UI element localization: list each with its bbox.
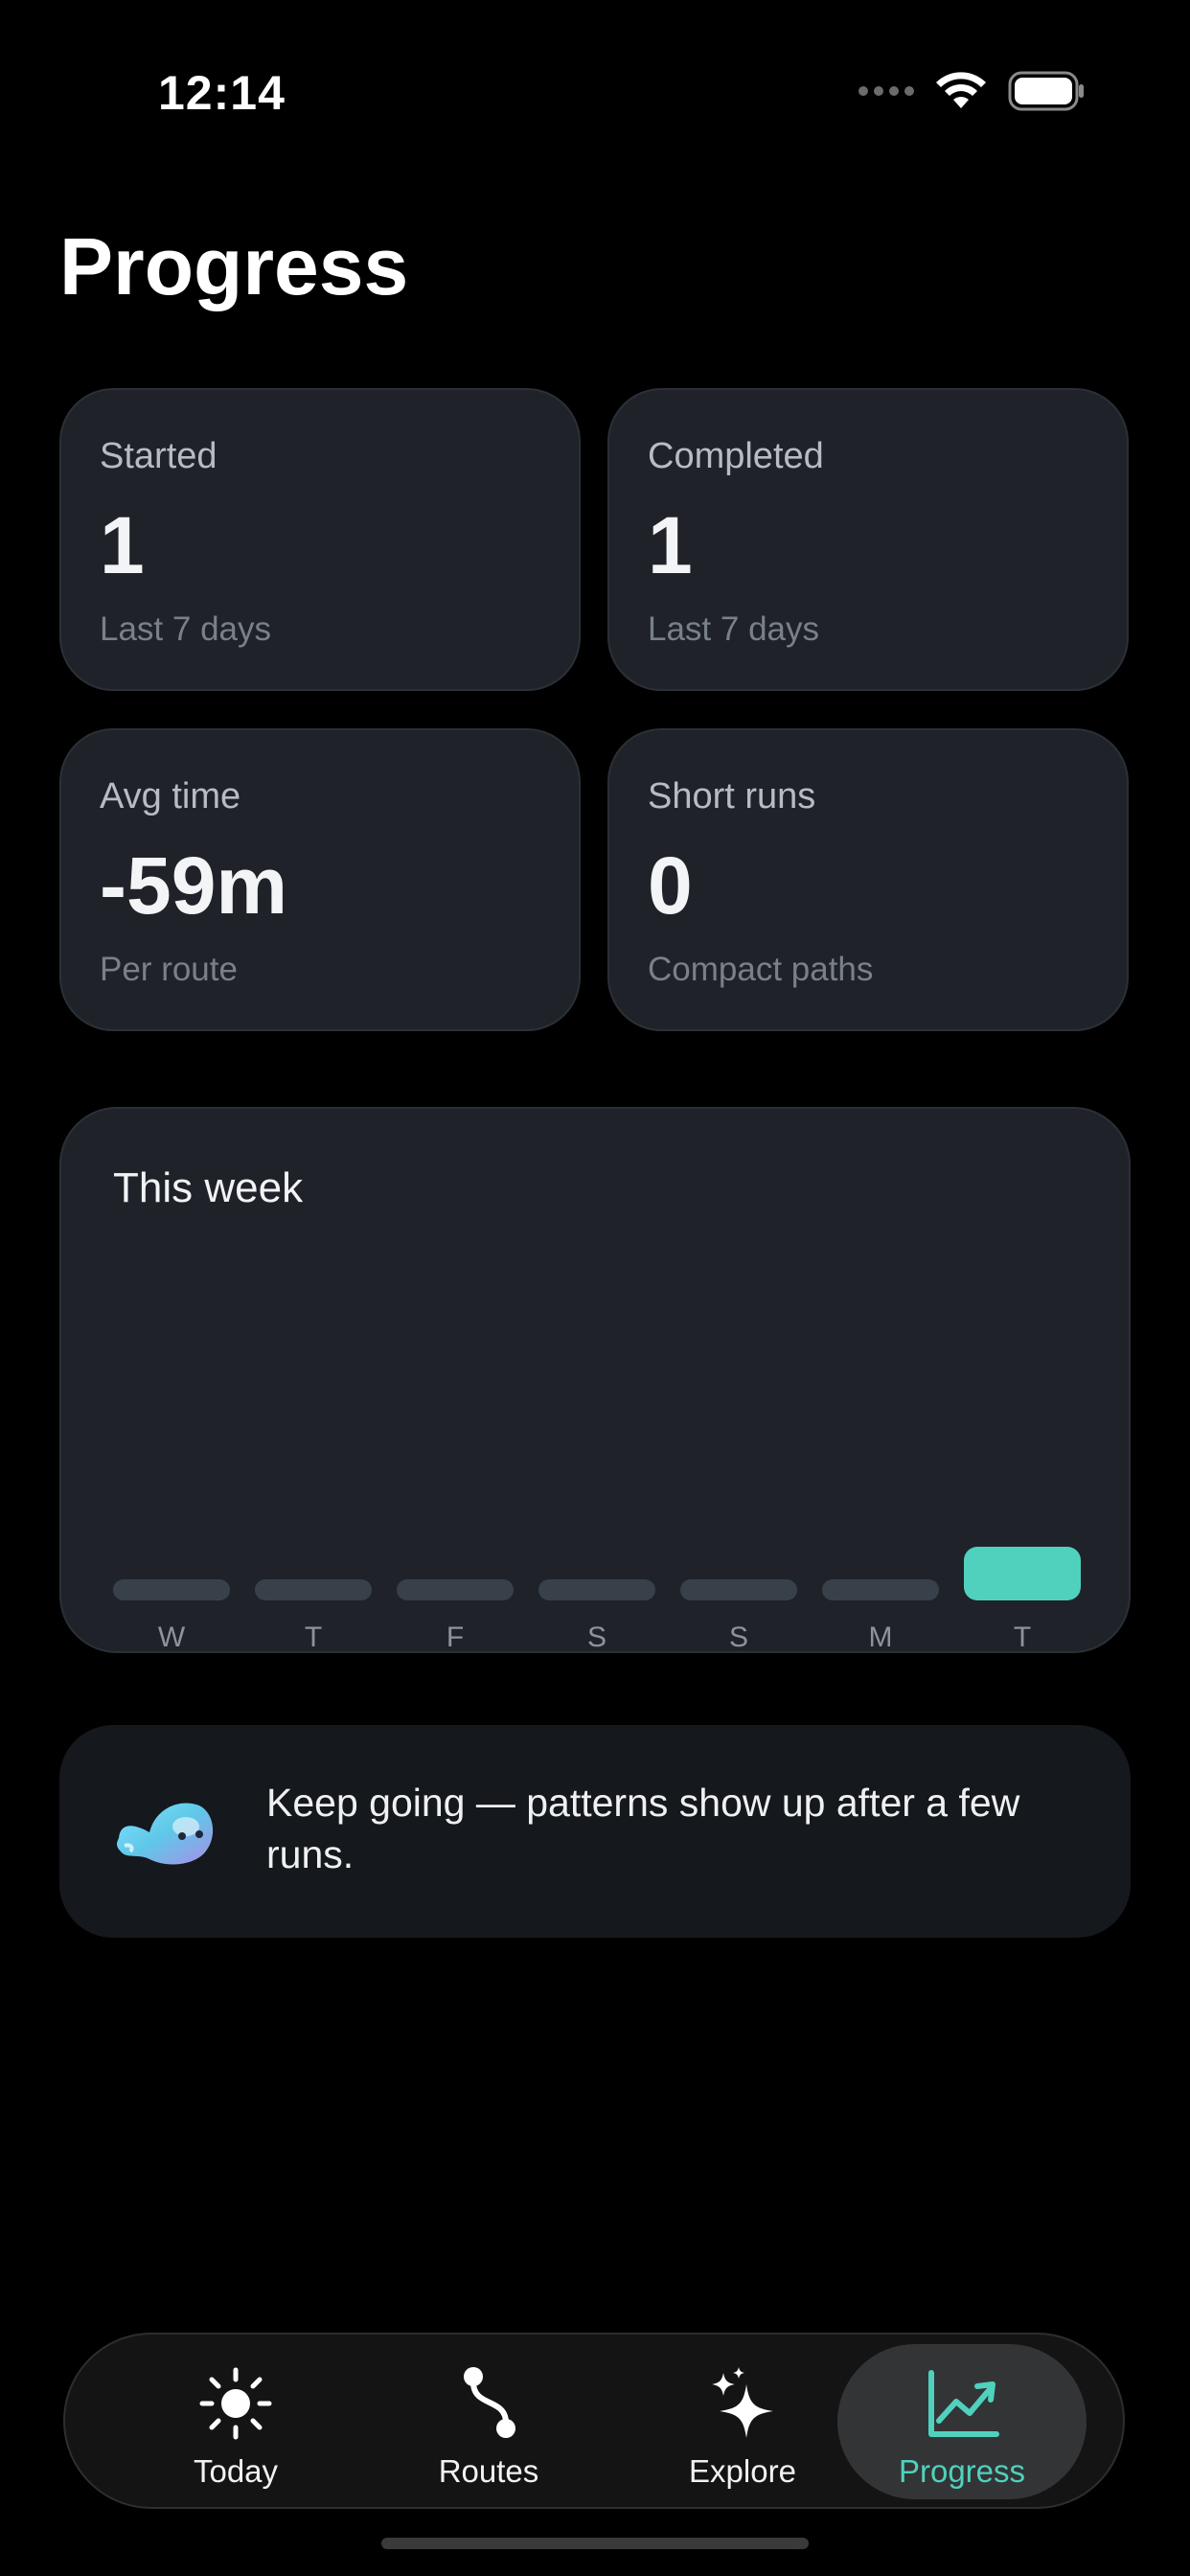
weekly-bar-chart: WTFSSMT: [113, 1487, 1081, 1653]
day-label: T: [304, 1622, 323, 1653]
day-bar: [680, 1579, 797, 1600]
day-bar: [822, 1579, 939, 1600]
sparkles-icon: [712, 2367, 773, 2438]
tab-explore[interactable]: Explore: [618, 2344, 867, 2499]
stat-card-started[interactable]: Started 1 Last 7 days: [59, 388, 581, 691]
stat-value: 0: [648, 840, 693, 931]
day-bar: [397, 1579, 514, 1600]
route-icon: [464, 2367, 515, 2438]
stat-card-completed[interactable]: Completed 1 Last 7 days: [607, 388, 1129, 691]
stat-subtitle: Last 7 days: [100, 610, 271, 648]
weekly-activity-card: This week W T F S S M T: [59, 1107, 1131, 1653]
day-bar: [255, 1579, 372, 1600]
stat-label: Short runs: [648, 776, 816, 816]
stat-card-short-runs[interactable]: Short runs 0 Compact paths: [607, 728, 1129, 1031]
day-bar: [538, 1579, 655, 1600]
bottom-tab-bar: Today Routes Explore Progress: [63, 2333, 1125, 2509]
stat-label: Completed: [648, 436, 824, 476]
home-indicator: [381, 2538, 809, 2549]
stat-label: Avg time: [100, 776, 241, 816]
status-time: 12:14: [158, 66, 286, 120]
battery-icon: [1008, 71, 1084, 111]
day-label: W: [157, 1622, 186, 1653]
tab-today[interactable]: Today: [111, 2344, 360, 2499]
tab-label: Explore: [689, 2453, 796, 2489]
week-title: This week: [113, 1164, 304, 1211]
day-label: F: [446, 1622, 465, 1653]
stat-value: 1: [648, 500, 693, 590]
day-label: M: [868, 1622, 893, 1653]
tab-routes[interactable]: Routes: [364, 2344, 613, 2499]
tab-label: Progress: [898, 2453, 1026, 2489]
mascot-icon: [117, 1803, 214, 1865]
tip-text: Keep going — patterns show up after a fe…: [266, 1781, 1020, 1876]
stat-subtitle: Last 7 days: [648, 610, 819, 648]
wifi-icon: [936, 72, 986, 108]
day-label: T: [1013, 1622, 1032, 1653]
stat-card-avg-time[interactable]: Avg time -59m Per route: [59, 728, 581, 1031]
tab-progress[interactable]: Progress: [837, 2344, 1087, 2499]
cellular-signal-icon: [858, 86, 914, 96]
stat-subtitle: Compact paths: [648, 951, 874, 988]
stat-subtitle: Per route: [100, 951, 238, 988]
tab-label: Routes: [438, 2453, 539, 2489]
day-label: S: [586, 1622, 606, 1653]
status-indicators: [858, 71, 1085, 111]
stat-value: -59m: [100, 840, 288, 931]
day-label: S: [728, 1622, 748, 1653]
page-title: Progress: [59, 221, 409, 311]
chart-line-icon: [928, 2370, 999, 2437]
tab-label: Today: [193, 2453, 279, 2489]
stat-value: 1: [100, 500, 145, 590]
encouragement-card: Keep going — patterns show up after a fe…: [59, 1725, 1131, 1938]
stat-label: Started: [100, 436, 217, 476]
sun-icon: [199, 2367, 272, 2440]
day-bar: [113, 1579, 230, 1600]
day-bar: [964, 1547, 1081, 1600]
